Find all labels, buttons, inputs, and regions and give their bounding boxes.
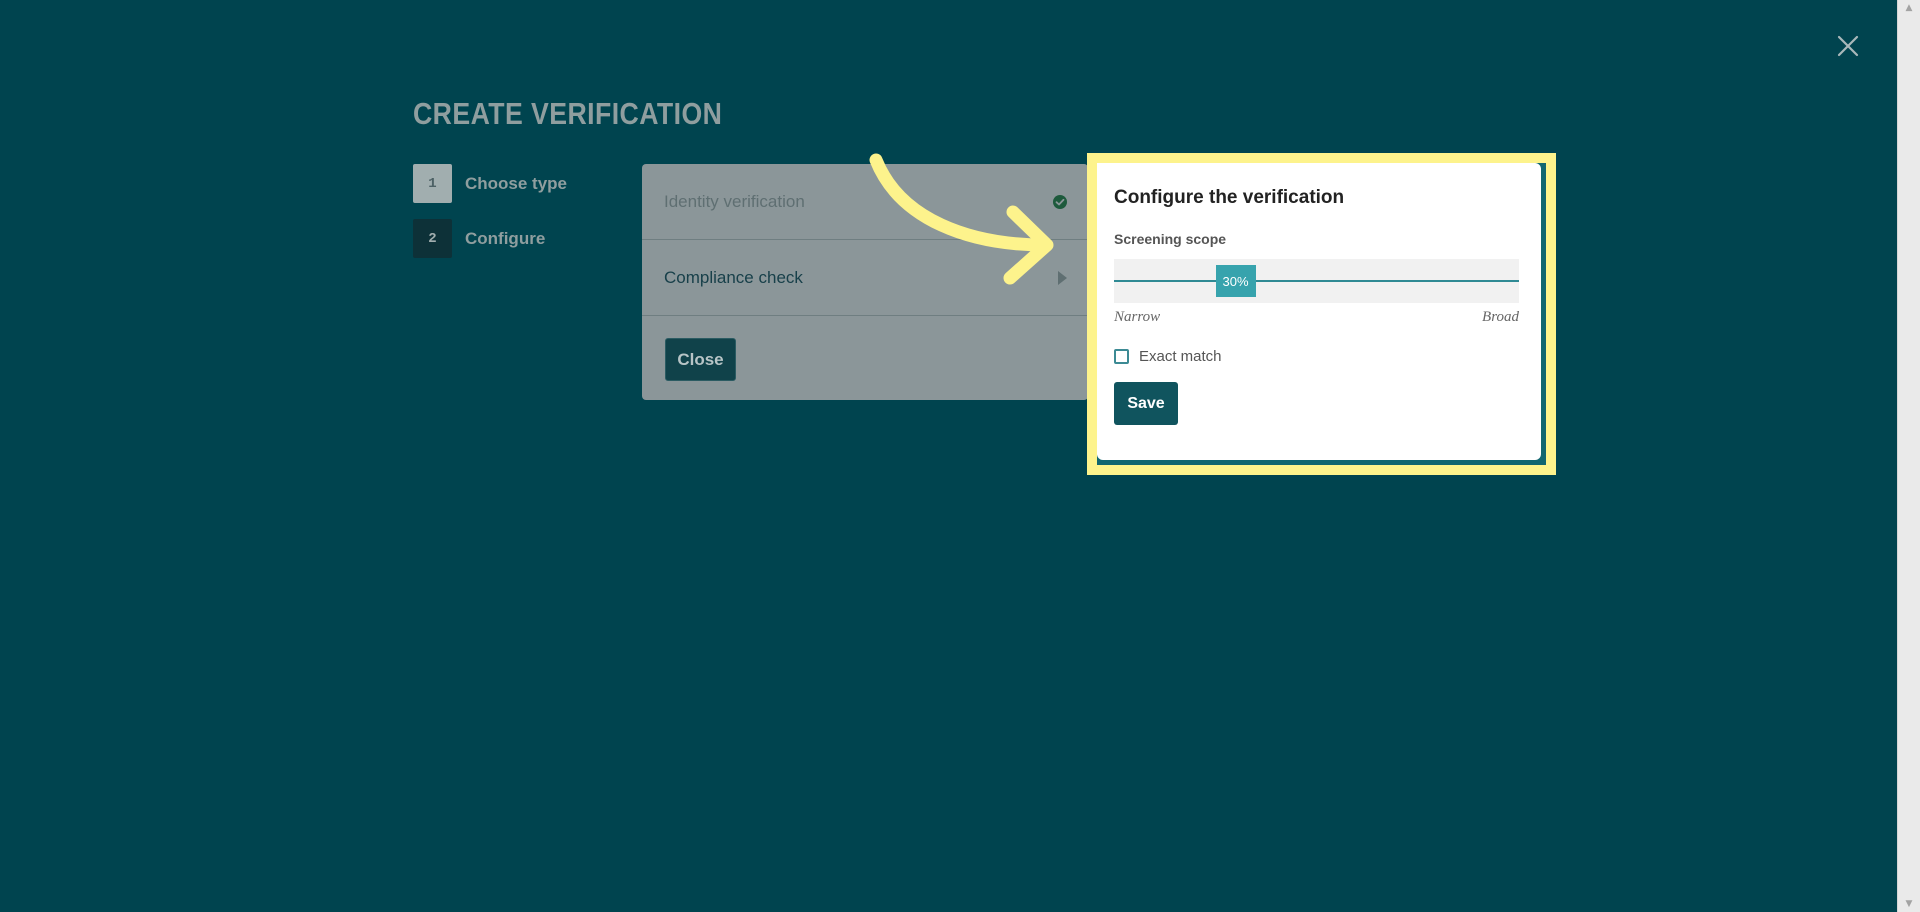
- slider-range-labels: Narrow Broad: [1114, 309, 1519, 326]
- page-title: CREATE VERIFICATION: [413, 96, 723, 131]
- save-button[interactable]: Save: [1114, 382, 1178, 425]
- step-configure[interactable]: 2 Configure: [413, 219, 567, 258]
- option-label: Identity verification: [664, 191, 805, 211]
- slider-handle[interactable]: 30%: [1215, 265, 1256, 297]
- popup-title: Configure the verification: [1114, 187, 1345, 208]
- slider-track[interactable]: [1114, 280, 1519, 282]
- slider-min-label: Narrow: [1114, 309, 1161, 325]
- exact-match-row[interactable]: Exact match: [1114, 348, 1524, 365]
- panel-footer: Close: [642, 316, 1088, 381]
- step-label: Configure: [465, 228, 546, 248]
- step-list: 1 Choose type 2 Configure: [413, 164, 567, 274]
- step-number: 1: [413, 164, 452, 203]
- scroll-up-icon[interactable]: ▲: [1898, 0, 1920, 16]
- close-button[interactable]: Close: [665, 338, 736, 381]
- scroll-down-icon[interactable]: ▼: [1898, 896, 1920, 912]
- step-choose-type[interactable]: 1 Choose type: [413, 164, 567, 203]
- screening-scope-label: Screening scope: [1114, 231, 1227, 247]
- modal-close-button[interactable]: [1830, 28, 1866, 64]
- page-scrollbar[interactable]: ▲ ▼: [1897, 0, 1920, 912]
- highlight-frame: Configure the verification Screening sco…: [1087, 153, 1556, 475]
- step-label: Choose type: [465, 173, 568, 193]
- close-icon: [1837, 35, 1859, 57]
- option-label: Compliance check: [664, 267, 803, 287]
- configure-popup: Configure the verification Screening sco…: [1097, 163, 1541, 460]
- slider-max-label: Broad: [1482, 309, 1519, 325]
- exact-match-checkbox[interactable]: [1114, 349, 1129, 364]
- pointer-arrow-icon: [869, 153, 1054, 285]
- exact-match-label[interactable]: Exact match: [1139, 348, 1222, 365]
- step-number: 2: [413, 219, 452, 258]
- screening-scope-slider[interactable]: 30%: [1114, 259, 1519, 303]
